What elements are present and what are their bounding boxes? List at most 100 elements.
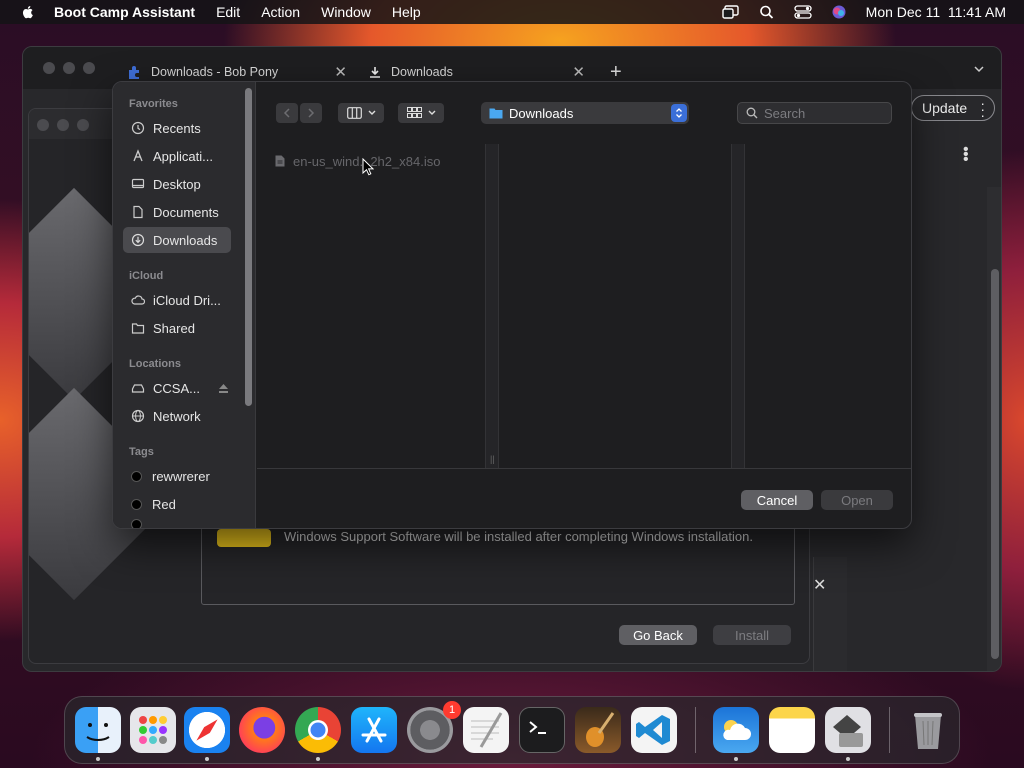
safari-icon[interactable]	[184, 707, 230, 753]
apple-menu-icon[interactable]	[20, 4, 36, 20]
zoom-window-button[interactable]	[77, 119, 89, 131]
sidebar-item-recents[interactable]: Recents	[123, 115, 231, 141]
sidebar-item-label: Recents	[153, 120, 201, 136]
sidebar-scrollbar[interactable]	[245, 88, 252, 406]
sidebar-heading-tags: Tags	[129, 446, 154, 458]
tab-label: Downloads	[391, 65, 453, 79]
sidebar-item-label: Desktop	[153, 176, 201, 192]
document-icon	[133, 205, 143, 219]
terminal-icon[interactable]	[519, 707, 565, 753]
running-indicator	[205, 757, 209, 761]
sidebar-item-desktop[interactable]: Desktop	[123, 171, 231, 197]
sidebar-item-ccsa-disk[interactable]: CCSA...	[123, 375, 235, 401]
tag-color-dot	[131, 470, 142, 482]
close-window-button[interactable]	[37, 119, 49, 131]
shared-folder-icon	[131, 323, 145, 334]
screen-mirroring-icon[interactable]	[721, 5, 740, 19]
sidebar-item-shared[interactable]: Shared	[123, 315, 231, 341]
launchpad-icon[interactable]	[130, 707, 176, 753]
sidebar-item-tag-partial[interactable]	[123, 519, 231, 528]
warning-icon	[217, 529, 271, 547]
control-center-icon[interactable]	[794, 5, 812, 19]
minimize-window-button[interactable]	[63, 62, 75, 74]
chevron-right-icon	[308, 108, 315, 118]
menu-clock[interactable]: Mon Dec 11 11:41 AM	[866, 4, 1006, 20]
sidebar-item-network[interactable]: Network	[123, 403, 231, 429]
sidebar-item-label: Downloads	[153, 232, 218, 248]
app-store-icon[interactable]	[351, 707, 397, 753]
close-tab-icon[interactable]: ✕	[572, 63, 585, 81]
chevron-down-icon	[428, 110, 435, 115]
go-back-button[interactable]: Go Back	[619, 625, 697, 645]
sidebar-heading-locations: Locations	[129, 358, 181, 370]
menu-help[interactable]: Help	[392, 4, 421, 20]
sidebar-item-label: iCloud Dri...	[153, 292, 221, 308]
notes-icon[interactable]	[769, 707, 815, 753]
disk-icon	[131, 384, 145, 393]
install-button[interactable]: Install	[713, 625, 791, 645]
search-field[interactable]	[737, 102, 892, 124]
search-input[interactable]	[764, 105, 884, 121]
column-divider[interactable]	[485, 144, 499, 468]
file-column-1: en-us_wind...2h2_x84.iso	[257, 144, 485, 468]
menu-window[interactable]: Window	[321, 4, 371, 20]
dialog-toolbar: Downloads	[257, 82, 911, 144]
kebab-menu-icon[interactable]: • • •	[963, 142, 969, 168]
finder-icon[interactable]	[75, 707, 121, 753]
file-item[interactable]: en-us_wind...2h2_x84.iso	[275, 152, 440, 170]
minimize-window-button[interactable]	[57, 119, 69, 131]
bootcamp-assistant-icon[interactable]	[825, 707, 871, 753]
dialog-sidebar: Favorites Recents Applicati... Desktop D…	[113, 82, 256, 528]
navigation-buttons	[276, 103, 324, 123]
menu-edit[interactable]: Edit	[216, 4, 240, 20]
running-indicator	[846, 757, 850, 761]
weather-icon[interactable]	[713, 707, 759, 753]
browser-traffic-lights	[43, 62, 95, 74]
running-indicator	[734, 757, 738, 761]
spotlight-search-icon[interactable]	[758, 5, 776, 19]
siri-icon[interactable]	[830, 5, 848, 19]
sidebar-item-applications[interactable]: Applicati...	[123, 143, 231, 169]
sidebar-item-documents[interactable]: Documents	[123, 199, 231, 225]
menu-action[interactable]: Action	[261, 4, 300, 20]
dialog-divider	[257, 468, 911, 469]
menu-app-name[interactable]: Boot Camp Assistant	[54, 4, 195, 20]
column-view-button[interactable]	[338, 103, 384, 123]
vscode-icon[interactable]	[631, 707, 677, 753]
grid-icon	[406, 107, 422, 118]
sidebar-item-label: Shared	[153, 320, 195, 336]
trash-icon[interactable]	[905, 707, 951, 753]
chevron-down-icon[interactable]	[973, 63, 985, 75]
close-icon[interactable]: ✕	[813, 575, 826, 595]
sidebar-item-icloud-drive[interactable]: iCloud Dri...	[123, 287, 231, 313]
garageband-icon[interactable]	[575, 707, 621, 753]
forward-button[interactable]	[300, 103, 322, 123]
icon-view-button[interactable]	[398, 103, 444, 123]
close-tab-icon[interactable]: ✕	[334, 63, 347, 81]
open-button[interactable]: Open	[821, 490, 893, 510]
sidebar-item-tag-red[interactable]: Red	[123, 491, 231, 517]
chrome-icon[interactable]	[295, 707, 341, 753]
column-divider[interactable]	[731, 144, 745, 468]
eject-icon[interactable]	[218, 383, 229, 394]
column-resize-grip[interactable]: ||	[490, 454, 495, 464]
scrollbar-thumb[interactable]	[991, 269, 999, 659]
update-button[interactable]: Update · · ·	[911, 95, 995, 122]
tag-color-dot	[131, 498, 142, 510]
network-icon	[131, 409, 145, 423]
sidebar-item-label: CCSA...	[153, 380, 200, 396]
close-window-button[interactable]	[43, 62, 55, 74]
file-browser: en-us_wind...2h2_x84.iso ||	[257, 144, 911, 468]
back-button[interactable]	[276, 103, 298, 123]
columns-icon	[346, 107, 362, 119]
sidebar-item-downloads[interactable]: Downloads	[123, 227, 231, 253]
textedit-icon[interactable]	[463, 707, 509, 753]
firefox-icon[interactable]	[239, 707, 285, 753]
sidebar-item-tag-rewwrerer[interactable]: rewwrerer	[123, 463, 231, 489]
location-popup[interactable]: Downloads	[481, 102, 689, 124]
zoom-window-button[interactable]	[83, 62, 95, 74]
notification-badge: 1	[443, 701, 461, 719]
update-label: Update	[922, 100, 968, 116]
language-indicator: EN	[1001, 105, 1002, 117]
cancel-button[interactable]: Cancel	[741, 490, 813, 510]
